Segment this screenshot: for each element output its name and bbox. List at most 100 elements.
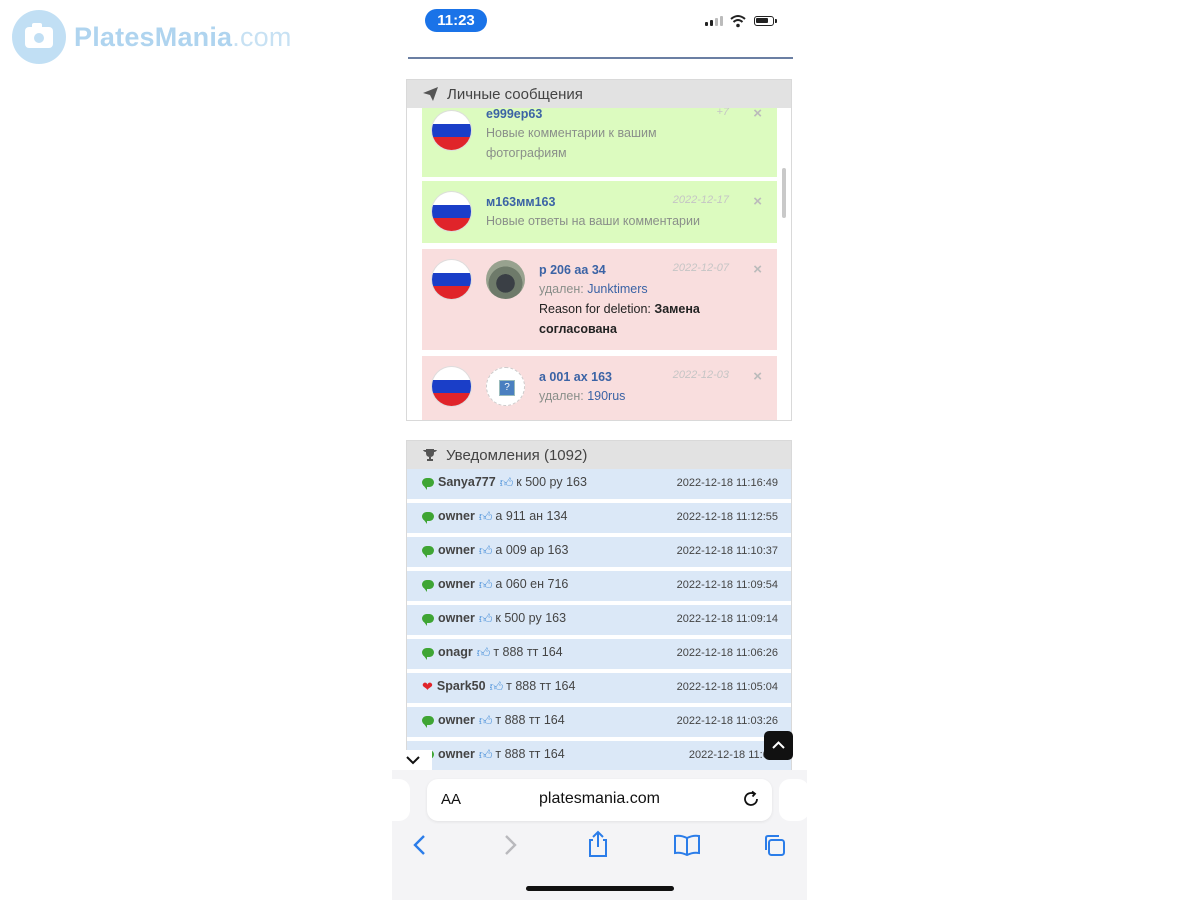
back-chevron-icon[interactable]	[412, 832, 428, 858]
notification-row[interactable]: owner 👍︎ а 911 ан 134 2022-12-18 11:12:55	[407, 503, 791, 533]
trophy-icon	[423, 449, 437, 461]
share-icon[interactable]	[586, 830, 610, 858]
notification-plate-link[interactable]: а 911 ан 134	[495, 509, 567, 523]
message-date: +7	[716, 108, 729, 118]
chevron-down-icon	[406, 756, 420, 765]
notification-plate-link[interactable]: а 060 ен 716	[495, 577, 568, 591]
notification-datetime: 2022-12-18 11:16:49	[676, 477, 778, 489]
previous-tab-address-bar[interactable]	[392, 779, 410, 821]
russia-flag-icon	[432, 111, 471, 150]
thumbs-up-icon: 👍︎	[478, 508, 493, 524]
thumbs-up-icon: 👍︎	[476, 644, 491, 660]
messages-scrollbar[interactable]	[782, 168, 786, 218]
notification-datetime: 2022-12-18 11:10:37	[676, 545, 778, 557]
notification-row[interactable]: Sanya777 👍︎ к 500 ру 163 2022-12-18 11:16:4…	[407, 469, 791, 499]
close-icon[interactable]: ×	[753, 108, 762, 122]
message-date: 2022-12-17	[672, 194, 729, 206]
forward-chevron-icon[interactable]	[502, 832, 518, 858]
notification-content: owner 👍︎ а 009 ар 163	[422, 543, 568, 558]
home-indicator[interactable]	[526, 886, 674, 891]
message-item[interactable]: ? а 001 ах 163 удален: 190rus 2022-12-03…	[422, 356, 777, 420]
notification-plate-link[interactable]: а 009 ар 163	[495, 543, 568, 557]
next-tab-address-bar[interactable]	[779, 779, 807, 821]
notification-datetime: 2022-12-18 11:05:04	[676, 681, 778, 693]
tabs-icon[interactable]	[762, 833, 788, 859]
notification-content: owner 👍︎ к 500 ру 163	[422, 611, 566, 626]
battery-icon	[754, 16, 777, 26]
notification-user-link[interactable]: onagr	[438, 645, 473, 659]
status-bar: 11:23	[392, 0, 807, 44]
notification-plate-link[interactable]: к 500 ру 163	[516, 475, 587, 489]
notification-plate-link[interactable]: т 888 тт 164	[495, 747, 564, 761]
notifications-panel: Уведомления (1092) Sanya777 👍︎ к 500 ру 16…	[406, 440, 792, 780]
notification-user-link[interactable]: owner	[438, 509, 475, 523]
thumbs-up-icon: 👍︎	[489, 678, 504, 694]
platesmania-watermark: PlatesMania.com	[12, 10, 292, 64]
deleted-by-user-link[interactable]: Junktimers	[587, 282, 647, 296]
deleted-by-user-link[interactable]: 190rus	[587, 389, 625, 403]
browser-bottom-bar: AA platesmania.com	[392, 770, 807, 900]
notification-plate-link[interactable]: т 888 тт 164	[506, 679, 575, 693]
watermark-text: PlatesMania.com	[74, 21, 292, 52]
comment-bubble-icon	[422, 647, 434, 660]
notification-user-link[interactable]: owner	[438, 543, 475, 557]
section-divider	[408, 57, 793, 59]
status-time[interactable]: 11:23	[425, 9, 487, 32]
missing-photo-icon[interactable]: ?	[486, 367, 525, 406]
notification-datetime: 2022-12-18 11:06:26	[676, 647, 778, 659]
phone-screen: 11:23 Личные сообщения е999ер63 Новые ко…	[392, 0, 807, 900]
notification-row[interactable]: owner 👍︎ а 060 ен 716 2022-12-18 11:09:54	[407, 571, 791, 601]
message-plate-link[interactable]: е999ер63	[486, 108, 542, 121]
message-item[interactable]: е999ер63 Новые комментарии к вашим фотог…	[422, 108, 777, 177]
notification-row[interactable]: onagr 👍︎ т 888 тт 164 2022-12-18 11:06:26	[407, 639, 791, 669]
notification-row[interactable]: owner 👍︎ т 888 тт 164 2022-12-18 11:03:	[407, 741, 791, 771]
notification-user-link[interactable]: owner	[438, 713, 475, 727]
collapse-toolbar-button[interactable]	[392, 750, 432, 770]
wifi-icon	[730, 15, 746, 28]
thumbs-up-icon: 👍︎	[478, 712, 493, 728]
notification-user-link[interactable]: Spark50	[437, 679, 486, 693]
message-item[interactable]: р 206 аа 34 удален: Junktimers Reason fo…	[422, 249, 777, 350]
address-url: platesmania.com	[539, 790, 660, 807]
notification-user-link[interactable]: owner	[438, 611, 475, 625]
close-icon[interactable]: ×	[753, 193, 762, 210]
close-icon[interactable]: ×	[753, 368, 762, 385]
notification-datetime: 2022-12-18 11:12:55	[676, 511, 778, 523]
message-plate-link[interactable]: м163мм163	[486, 195, 555, 209]
notification-row[interactable]: owner 👍︎ к 500 ру 163 2022-12-18 11:09:14	[407, 605, 791, 635]
reload-icon[interactable]	[742, 790, 760, 808]
messages-list[interactable]: е999ер63 Новые комментарии к вашим фотог…	[407, 108, 791, 420]
scroll-to-top-button[interactable]	[764, 731, 793, 760]
message-plate-link[interactable]: р 206 аа 34	[539, 263, 606, 277]
notification-user-link[interactable]: owner	[438, 577, 475, 591]
address-bar[interactable]: AA platesmania.com	[427, 779, 772, 821]
notification-datetime: 2022-12-18 11:03:26	[676, 715, 778, 727]
notification-user-link[interactable]: owner	[438, 747, 475, 761]
notification-datetime: 2022-12-18 11:09:14	[676, 613, 778, 625]
notification-user-link[interactable]: Sanya777	[438, 475, 496, 489]
car-photo-thumbnail[interactable]	[486, 260, 525, 299]
close-icon[interactable]: ×	[753, 261, 762, 278]
book-icon[interactable]	[673, 834, 701, 856]
heart-icon: ❤	[422, 678, 433, 694]
cellular-signal-icon	[705, 16, 723, 26]
thumbs-up-icon: 👍︎	[499, 474, 514, 490]
comment-bubble-icon	[422, 545, 434, 558]
thumbs-up-icon: 👍︎	[478, 746, 493, 762]
message-plate-link[interactable]: а 001 ах 163	[539, 370, 612, 384]
notification-plate-link[interactable]: к 500 ру 163	[495, 611, 566, 625]
russia-flag-icon	[432, 367, 471, 406]
notification-plate-link[interactable]: т 888 тт 164	[495, 713, 564, 727]
private-messages-panel: Личные сообщения е999ер63 Новые коммента…	[406, 79, 792, 421]
notification-content: ❤ Spark50 👍︎ т 888 тт 164	[422, 679, 575, 693]
message-item[interactable]: м163мм163 Новые ответы на ваши комментар…	[422, 181, 777, 243]
russia-flag-icon	[432, 192, 471, 231]
notification-content: onagr 👍︎ т 888 тт 164	[422, 644, 563, 660]
notification-row[interactable]: owner 👍︎ т 888 тт 164 2022-12-18 11:03:26	[407, 707, 791, 737]
russia-flag-icon	[432, 260, 471, 299]
notification-row[interactable]: ❤ Spark50 👍︎ т 888 тт 164 2022-12-18 11:05:0…	[407, 673, 791, 703]
notification-row[interactable]: owner 👍︎ а 009 ар 163 2022-12-18 11:10:37	[407, 537, 791, 567]
message-text: Новые ответы на ваши комментарии	[486, 214, 700, 228]
notification-plate-link[interactable]: т 888 тт 164	[493, 645, 562, 659]
private-messages-title: Личные сообщения	[447, 85, 583, 103]
